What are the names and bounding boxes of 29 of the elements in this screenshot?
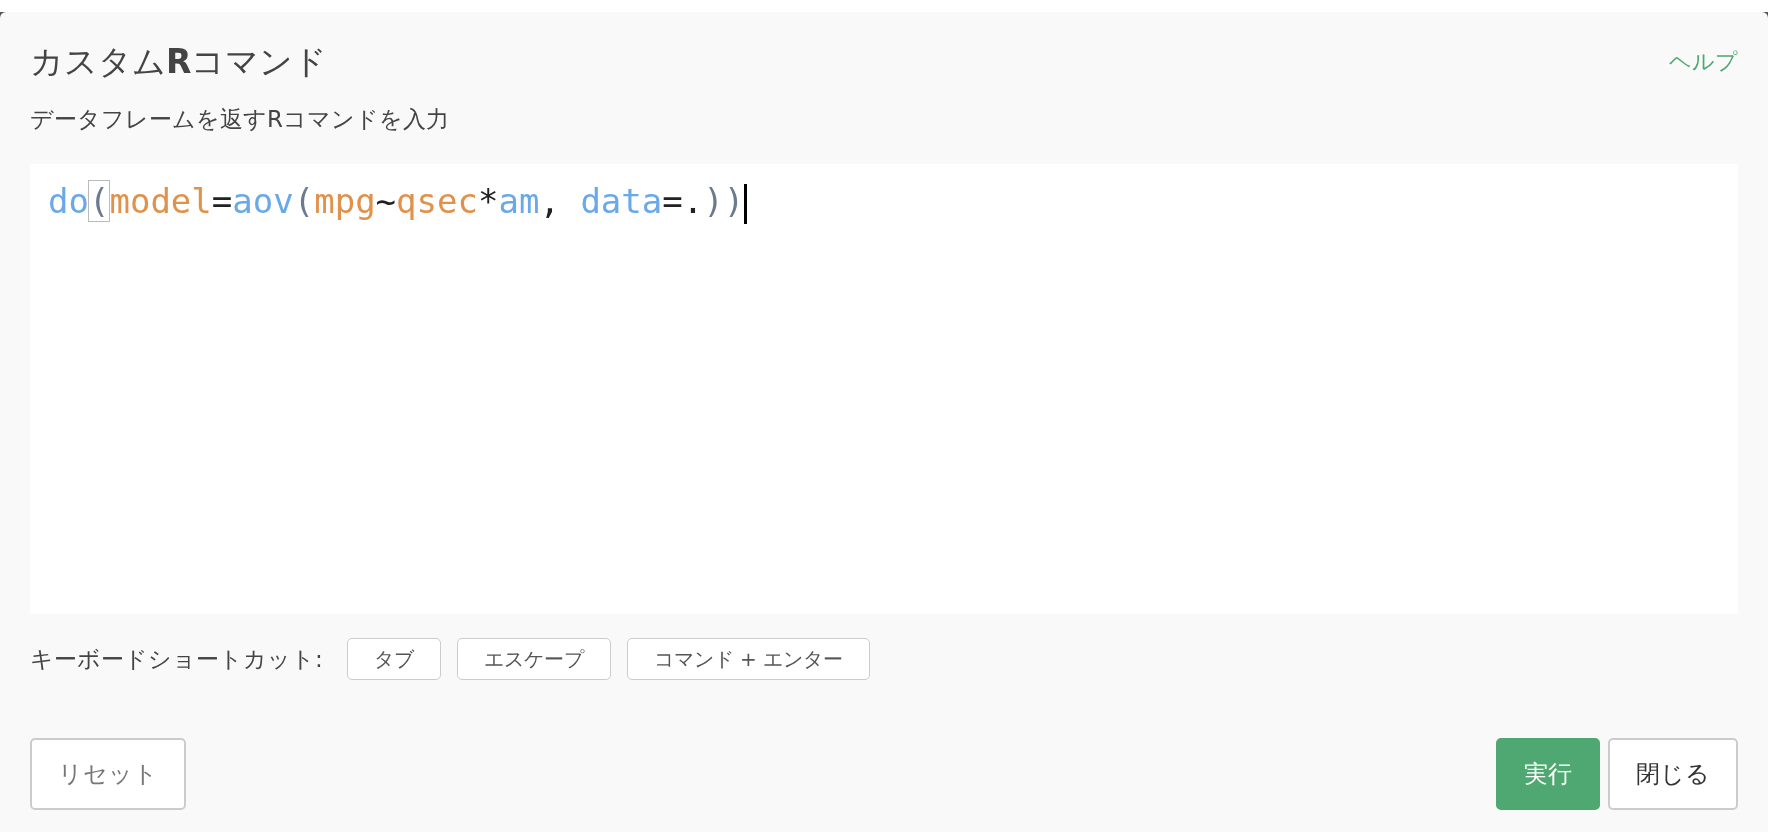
code-token: do xyxy=(48,181,89,222)
code-token: = xyxy=(662,181,683,222)
code-token: ( xyxy=(88,181,110,222)
code-token: ( xyxy=(293,181,315,222)
code-token: mpg xyxy=(314,181,376,222)
shortcut-key: コマンド + エンター xyxy=(626,638,871,681)
code-token: am xyxy=(498,181,540,222)
text-cursor xyxy=(744,183,748,224)
dialog-subtitle: データフレームを返すRコマンドを入力 xyxy=(30,104,450,134)
close-button[interactable]: 閉じる xyxy=(1608,738,1738,810)
code-token: ) xyxy=(723,181,745,222)
shortcuts-label: キーボードショートカット: xyxy=(30,644,323,674)
code-token: . xyxy=(682,181,704,222)
code-editor[interactable]: do(model=aov(mpg~qsec*am, data=.)) xyxy=(30,164,1738,615)
code-token: ) xyxy=(703,181,724,222)
shortcut-key: タブ xyxy=(346,638,441,681)
shortcut-key: エスケープ xyxy=(456,638,611,681)
help-link[interactable]: ヘルプ xyxy=(1669,45,1738,79)
code-token: ~ xyxy=(375,181,397,222)
run-button[interactable]: 実行 xyxy=(1496,738,1600,810)
code-token: data xyxy=(580,181,663,222)
code-token: model xyxy=(109,181,212,222)
reset-button[interactable]: リセット xyxy=(30,738,186,810)
dialog-title: カスタムRコマンド xyxy=(30,42,328,82)
code-token: aov xyxy=(232,181,294,222)
code-token: , xyxy=(539,181,561,222)
code-token: * xyxy=(478,181,499,222)
code-token: = xyxy=(211,181,233,222)
code-token: qsec xyxy=(396,181,478,222)
